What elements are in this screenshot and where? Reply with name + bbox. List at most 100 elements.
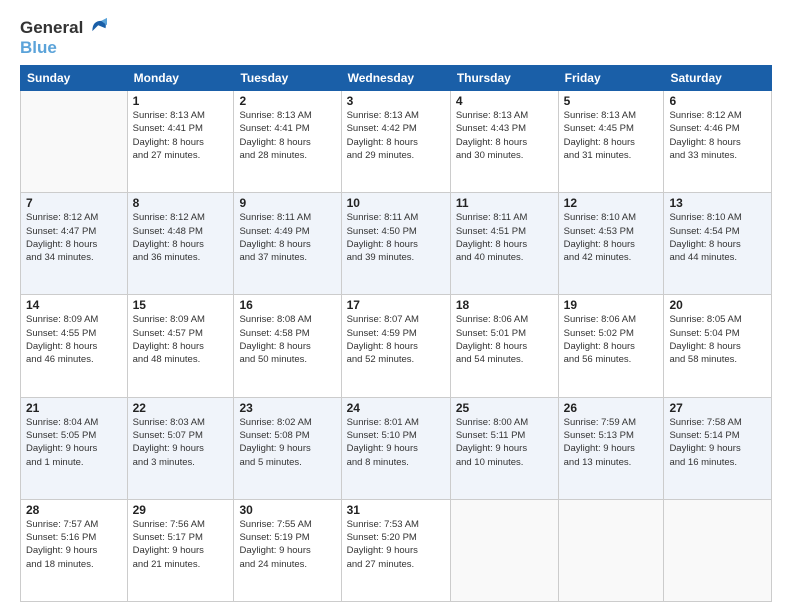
week-row-5: 28Sunrise: 7:57 AM Sunset: 5:16 PM Dayli… bbox=[21, 499, 772, 601]
day-number: 26 bbox=[564, 401, 659, 415]
day-cell: 25Sunrise: 8:00 AM Sunset: 5:11 PM Dayli… bbox=[450, 397, 558, 499]
day-number: 14 bbox=[26, 298, 122, 312]
day-info: Sunrise: 8:06 AM Sunset: 5:01 PM Dayligh… bbox=[456, 313, 553, 366]
day-number: 23 bbox=[239, 401, 335, 415]
day-number: 28 bbox=[26, 503, 122, 517]
col-header-friday: Friday bbox=[558, 66, 664, 91]
day-number: 5 bbox=[564, 94, 659, 108]
day-cell: 20Sunrise: 8:05 AM Sunset: 5:04 PM Dayli… bbox=[664, 295, 772, 397]
day-info: Sunrise: 8:07 AM Sunset: 4:59 PM Dayligh… bbox=[347, 313, 445, 366]
day-info: Sunrise: 7:55 AM Sunset: 5:19 PM Dayligh… bbox=[239, 518, 335, 571]
day-info: Sunrise: 8:11 AM Sunset: 4:50 PM Dayligh… bbox=[347, 211, 445, 264]
day-number: 7 bbox=[26, 196, 122, 210]
day-cell: 19Sunrise: 8:06 AM Sunset: 5:02 PM Dayli… bbox=[558, 295, 664, 397]
day-number: 11 bbox=[456, 196, 553, 210]
day-info: Sunrise: 8:13 AM Sunset: 4:45 PM Dayligh… bbox=[564, 109, 659, 162]
day-cell: 31Sunrise: 7:53 AM Sunset: 5:20 PM Dayli… bbox=[341, 499, 450, 601]
logo-bird-icon bbox=[85, 17, 107, 35]
day-number: 12 bbox=[564, 196, 659, 210]
day-cell: 24Sunrise: 8:01 AM Sunset: 5:10 PM Dayli… bbox=[341, 397, 450, 499]
day-info: Sunrise: 7:57 AM Sunset: 5:16 PM Dayligh… bbox=[26, 518, 122, 571]
day-info: Sunrise: 8:02 AM Sunset: 5:08 PM Dayligh… bbox=[239, 416, 335, 469]
day-number: 19 bbox=[564, 298, 659, 312]
day-number: 27 bbox=[669, 401, 766, 415]
day-number: 18 bbox=[456, 298, 553, 312]
week-row-1: 1Sunrise: 8:13 AM Sunset: 4:41 PM Daylig… bbox=[21, 91, 772, 193]
header: General Blue bbox=[20, 18, 772, 57]
day-cell: 2Sunrise: 8:13 AM Sunset: 4:41 PM Daylig… bbox=[234, 91, 341, 193]
day-info: Sunrise: 8:13 AM Sunset: 4:41 PM Dayligh… bbox=[133, 109, 229, 162]
day-cell: 8Sunrise: 8:12 AM Sunset: 4:48 PM Daylig… bbox=[127, 193, 234, 295]
day-number: 2 bbox=[239, 94, 335, 108]
day-number: 29 bbox=[133, 503, 229, 517]
logo: General Blue bbox=[20, 18, 107, 57]
day-cell bbox=[450, 499, 558, 601]
day-cell bbox=[664, 499, 772, 601]
day-number: 10 bbox=[347, 196, 445, 210]
day-cell: 16Sunrise: 8:08 AM Sunset: 4:58 PM Dayli… bbox=[234, 295, 341, 397]
day-info: Sunrise: 8:11 AM Sunset: 4:51 PM Dayligh… bbox=[456, 211, 553, 264]
day-cell: 4Sunrise: 8:13 AM Sunset: 4:43 PM Daylig… bbox=[450, 91, 558, 193]
col-header-monday: Monday bbox=[127, 66, 234, 91]
day-number: 8 bbox=[133, 196, 229, 210]
day-info: Sunrise: 7:59 AM Sunset: 5:13 PM Dayligh… bbox=[564, 416, 659, 469]
day-number: 13 bbox=[669, 196, 766, 210]
day-cell: 3Sunrise: 8:13 AM Sunset: 4:42 PM Daylig… bbox=[341, 91, 450, 193]
day-number: 3 bbox=[347, 94, 445, 108]
day-info: Sunrise: 8:00 AM Sunset: 5:11 PM Dayligh… bbox=[456, 416, 553, 469]
day-number: 21 bbox=[26, 401, 122, 415]
day-cell: 28Sunrise: 7:57 AM Sunset: 5:16 PM Dayli… bbox=[21, 499, 128, 601]
col-header-wednesday: Wednesday bbox=[341, 66, 450, 91]
day-cell: 30Sunrise: 7:55 AM Sunset: 5:19 PM Dayli… bbox=[234, 499, 341, 601]
day-cell: 15Sunrise: 8:09 AM Sunset: 4:57 PM Dayli… bbox=[127, 295, 234, 397]
logo-blue: Blue bbox=[20, 38, 107, 58]
day-number: 15 bbox=[133, 298, 229, 312]
day-info: Sunrise: 8:10 AM Sunset: 4:53 PM Dayligh… bbox=[564, 211, 659, 264]
day-info: Sunrise: 8:12 AM Sunset: 4:48 PM Dayligh… bbox=[133, 211, 229, 264]
day-cell: 9Sunrise: 8:11 AM Sunset: 4:49 PM Daylig… bbox=[234, 193, 341, 295]
day-info: Sunrise: 8:12 AM Sunset: 4:46 PM Dayligh… bbox=[669, 109, 766, 162]
col-header-saturday: Saturday bbox=[664, 66, 772, 91]
day-info: Sunrise: 8:13 AM Sunset: 4:42 PM Dayligh… bbox=[347, 109, 445, 162]
day-cell: 5Sunrise: 8:13 AM Sunset: 4:45 PM Daylig… bbox=[558, 91, 664, 193]
day-info: Sunrise: 8:01 AM Sunset: 5:10 PM Dayligh… bbox=[347, 416, 445, 469]
day-number: 16 bbox=[239, 298, 335, 312]
day-cell: 23Sunrise: 8:02 AM Sunset: 5:08 PM Dayli… bbox=[234, 397, 341, 499]
calendar-page: General Blue SundayMondayTuesdayWednesda… bbox=[0, 0, 792, 612]
day-number: 6 bbox=[669, 94, 766, 108]
day-cell: 11Sunrise: 8:11 AM Sunset: 4:51 PM Dayli… bbox=[450, 193, 558, 295]
day-cell: 1Sunrise: 8:13 AM Sunset: 4:41 PM Daylig… bbox=[127, 91, 234, 193]
day-cell: 17Sunrise: 8:07 AM Sunset: 4:59 PM Dayli… bbox=[341, 295, 450, 397]
day-cell: 12Sunrise: 8:10 AM Sunset: 4:53 PM Dayli… bbox=[558, 193, 664, 295]
col-header-tuesday: Tuesday bbox=[234, 66, 341, 91]
day-cell: 26Sunrise: 7:59 AM Sunset: 5:13 PM Dayli… bbox=[558, 397, 664, 499]
day-number: 4 bbox=[456, 94, 553, 108]
day-info: Sunrise: 8:09 AM Sunset: 4:57 PM Dayligh… bbox=[133, 313, 229, 366]
day-number: 20 bbox=[669, 298, 766, 312]
day-info: Sunrise: 8:12 AM Sunset: 4:47 PM Dayligh… bbox=[26, 211, 122, 264]
day-cell: 29Sunrise: 7:56 AM Sunset: 5:17 PM Dayli… bbox=[127, 499, 234, 601]
logo-general: General bbox=[20, 18, 83, 38]
day-info: Sunrise: 8:09 AM Sunset: 4:55 PM Dayligh… bbox=[26, 313, 122, 366]
day-cell: 13Sunrise: 8:10 AM Sunset: 4:54 PM Dayli… bbox=[664, 193, 772, 295]
calendar-table: SundayMondayTuesdayWednesdayThursdayFrid… bbox=[20, 65, 772, 602]
day-cell: 7Sunrise: 8:12 AM Sunset: 4:47 PM Daylig… bbox=[21, 193, 128, 295]
day-info: Sunrise: 8:06 AM Sunset: 5:02 PM Dayligh… bbox=[564, 313, 659, 366]
day-number: 25 bbox=[456, 401, 553, 415]
day-info: Sunrise: 7:56 AM Sunset: 5:17 PM Dayligh… bbox=[133, 518, 229, 571]
day-number: 1 bbox=[133, 94, 229, 108]
day-cell: 21Sunrise: 8:04 AM Sunset: 5:05 PM Dayli… bbox=[21, 397, 128, 499]
day-number: 9 bbox=[239, 196, 335, 210]
day-cell bbox=[558, 499, 664, 601]
day-cell: 27Sunrise: 7:58 AM Sunset: 5:14 PM Dayli… bbox=[664, 397, 772, 499]
day-info: Sunrise: 8:11 AM Sunset: 4:49 PM Dayligh… bbox=[239, 211, 335, 264]
day-number: 17 bbox=[347, 298, 445, 312]
day-info: Sunrise: 7:53 AM Sunset: 5:20 PM Dayligh… bbox=[347, 518, 445, 571]
day-number: 24 bbox=[347, 401, 445, 415]
day-number: 31 bbox=[347, 503, 445, 517]
day-number: 22 bbox=[133, 401, 229, 415]
week-row-2: 7Sunrise: 8:12 AM Sunset: 4:47 PM Daylig… bbox=[21, 193, 772, 295]
day-info: Sunrise: 8:08 AM Sunset: 4:58 PM Dayligh… bbox=[239, 313, 335, 366]
day-info: Sunrise: 8:03 AM Sunset: 5:07 PM Dayligh… bbox=[133, 416, 229, 469]
day-cell: 18Sunrise: 8:06 AM Sunset: 5:01 PM Dayli… bbox=[450, 295, 558, 397]
